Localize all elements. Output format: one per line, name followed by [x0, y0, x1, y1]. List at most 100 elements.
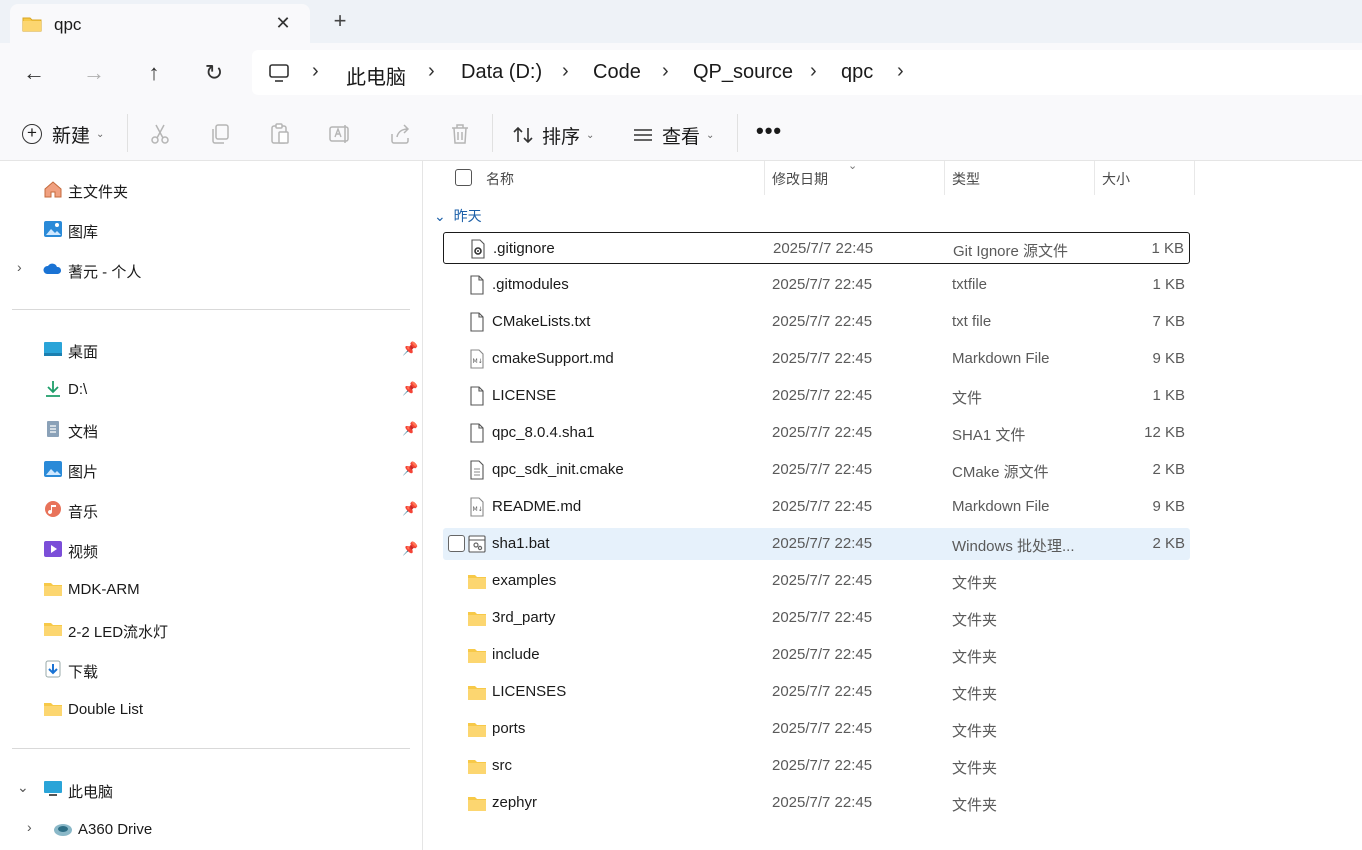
- tab-qpc[interactable]: qpc ✕: [10, 4, 310, 43]
- pin-icon[interactable]: 📌: [402, 541, 418, 557]
- chevron-right-icon[interactable]: ›: [810, 60, 817, 83]
- sidebar-item-label: A360 Drive: [78, 821, 153, 838]
- copy-icon[interactable]: [208, 122, 232, 146]
- more-options-button[interactable]: •••: [756, 118, 782, 144]
- document-icon: [47, 421, 59, 437]
- chevron-down-icon[interactable]: ⌄: [17, 779, 29, 796]
- share-icon[interactable]: [388, 122, 412, 146]
- file-row[interactable]: M↓ cmakeSupport.md 2025/7/7 22:45 Markdown …: [443, 343, 1190, 375]
- file-date-modified: 2025/7/7 22:45: [772, 794, 873, 811]
- column-header-name[interactable]: 名称: [486, 161, 762, 195]
- file-row[interactable]: zephyr 2025/7/7 22:45 文件夹: [443, 787, 1190, 819]
- pin-icon[interactable]: 📌: [402, 341, 418, 357]
- file-row[interactable]: qpc_sdk_init.cmake 2025/7/7 22:45 CMake 源文…: [443, 454, 1190, 486]
- chevron-right-icon[interactable]: ›: [428, 60, 435, 83]
- computer-icon: [44, 781, 62, 796]
- file-row[interactable]: LICENSES 2025/7/7 22:45 文件夹: [443, 676, 1190, 708]
- new-tab-button[interactable]: +: [328, 9, 352, 33]
- column-divider[interactable]: [764, 161, 765, 195]
- breadcrumb-qpc[interactable]: qpc: [841, 61, 873, 84]
- column-header-size[interactable]: 大小: [1102, 161, 1192, 195]
- sidebar-item-led[interactable]: 2-2 LED流水灯: [0, 612, 420, 646]
- breadcrumb-code[interactable]: Code: [593, 61, 641, 84]
- pin-icon[interactable]: 📌: [402, 501, 418, 517]
- chevron-right-icon[interactable]: ›: [27, 819, 32, 835]
- refresh-button[interactable]: ↻: [200, 59, 228, 87]
- delete-icon[interactable]: [448, 122, 472, 146]
- file-row[interactable]: ports 2025/7/7 22:45 文件夹: [443, 713, 1190, 745]
- breadcrumb-qp-source[interactable]: QP_source: [693, 61, 793, 84]
- sidebar-item-gallery[interactable]: 图库: [0, 212, 420, 246]
- file-row[interactable]: .gitmodules 2025/7/7 22:45 txtfile 1 KB: [443, 269, 1190, 301]
- sidebar-item-desktop[interactable]: 桌面 📌: [0, 332, 420, 366]
- back-button[interactable]: ←: [20, 59, 48, 87]
- pin-icon[interactable]: 📌: [402, 381, 418, 397]
- file-date-modified: 2025/7/7 22:45: [772, 387, 873, 404]
- sidebar-item-home[interactable]: 主文件夹: [0, 172, 420, 206]
- sidebar-item-a360-drive[interactable]: › A360 Drive: [0, 812, 420, 846]
- file-row[interactable]: LICENSE 2025/7/7 22:45 文件 1 KB: [443, 380, 1190, 412]
- sidebar-item-music[interactable]: 音乐 📌: [0, 492, 420, 526]
- forward-button[interactable]: →: [80, 59, 108, 87]
- file-date-modified: 2025/7/7 22:45: [772, 720, 873, 737]
- sidebar-item-onedrive[interactable]: › 蓍元 - 个人: [0, 252, 420, 286]
- sidebar-item-mdk-arm[interactable]: MDK-ARM: [0, 572, 420, 606]
- file-name: README.md: [492, 498, 582, 515]
- rename-icon[interactable]: [328, 122, 352, 146]
- pin-icon[interactable]: 📌: [402, 461, 418, 477]
- file-row[interactable]: qpc_8.0.4.sha1 2025/7/7 22:45 SHA1 文件 12 KB: [443, 417, 1190, 449]
- file-size: 9 KB: [1152, 350, 1185, 367]
- view-button[interactable]: 查看 ⌄: [632, 122, 714, 148]
- file-row[interactable]: .gitignore 2025/7/7 22:45 Git Ignore 源文件 1 …: [443, 232, 1190, 264]
- sidebar-item-double-list[interactable]: Double List: [0, 692, 420, 726]
- file-row[interactable]: CMakeLists.txt 2025/7/7 22:45 txt file 7 KB: [443, 306, 1190, 338]
- sidebar-item-documents[interactable]: 文档 📌: [0, 412, 420, 446]
- folder-icon: [468, 797, 486, 811]
- sidebar-item-this-pc[interactable]: ⌄ 此电脑: [0, 772, 420, 806]
- file-row[interactable]: include 2025/7/7 22:45 文件夹: [443, 639, 1190, 671]
- up-button[interactable]: ↑: [140, 59, 168, 87]
- file-type: CMake 源文件: [952, 464, 1049, 481]
- column-header-type[interactable]: 类型: [952, 161, 1092, 195]
- sort-button[interactable]: 排序 ⌄: [512, 122, 594, 148]
- file-size: 1 KB: [1152, 387, 1185, 404]
- select-all-checkbox[interactable]: [455, 169, 472, 186]
- column-header-date[interactable]: 修改日期: [772, 161, 942, 195]
- chevron-down-icon: ⌄: [706, 129, 715, 141]
- sidebar-item-label: Double List: [68, 701, 144, 718]
- sidebar-item-label: 视频: [68, 544, 99, 561]
- breadcrumb-this-pc[interactable]: 此电脑: [346, 61, 406, 90]
- close-icon[interactable]: ✕: [272, 12, 294, 34]
- sidebar-item-label: D:\: [68, 381, 88, 398]
- folder-icon: [468, 649, 486, 663]
- column-divider[interactable]: [1094, 161, 1095, 195]
- cut-icon[interactable]: [148, 122, 172, 146]
- address-bar[interactable]: › 此电脑 › Data (D:) › Code › QP_source › q…: [252, 50, 1362, 95]
- file-type: txtfile: [952, 276, 988, 293]
- file-row[interactable]: 3rd_party 2025/7/7 22:45 文件夹: [443, 602, 1190, 634]
- sidebar-item-videos[interactable]: 视频 📌: [0, 532, 420, 566]
- file-row[interactable]: src 2025/7/7 22:45 文件夹: [443, 750, 1190, 782]
- sidebar-item-downloads[interactable]: 下载: [0, 652, 420, 686]
- file-row[interactable]: examples 2025/7/7 22:45 文件夹: [443, 565, 1190, 597]
- file-icon: [470, 275, 484, 295]
- column-divider[interactable]: [1194, 161, 1195, 195]
- new-button[interactable]: + 新建 ⌄: [22, 122, 104, 147]
- chevron-right-icon[interactable]: ›: [312, 60, 319, 83]
- breadcrumb-data-d[interactable]: Data (D:): [461, 61, 542, 84]
- file-row[interactable]: M↓ README.md 2025/7/7 22:45 Markdown File 9 …: [443, 491, 1190, 523]
- paste-icon[interactable]: [268, 122, 292, 146]
- group-header-yesterday[interactable]: ⌄ 昨天: [434, 206, 482, 226]
- chevron-right-icon[interactable]: ›: [562, 60, 569, 83]
- file-row[interactable]: sha1.bat 2025/7/7 22:45 Windows 批处理... 2 KB: [443, 528, 1190, 560]
- sidebar-item-label: 下载: [68, 664, 99, 681]
- sidebar-item-d-drive[interactable]: D:\ 📌: [0, 372, 420, 406]
- chevron-right-icon[interactable]: ›: [897, 60, 904, 83]
- pin-icon[interactable]: 📌: [402, 421, 418, 437]
- chevron-right-icon[interactable]: ›: [17, 259, 22, 275]
- chevron-right-icon[interactable]: ›: [662, 60, 669, 83]
- sidebar-item-pictures[interactable]: 图片 📌: [0, 452, 420, 486]
- column-divider[interactable]: [944, 161, 945, 195]
- file-date-modified: 2025/7/7 22:45: [772, 498, 873, 515]
- row-checkbox[interactable]: [448, 535, 465, 552]
